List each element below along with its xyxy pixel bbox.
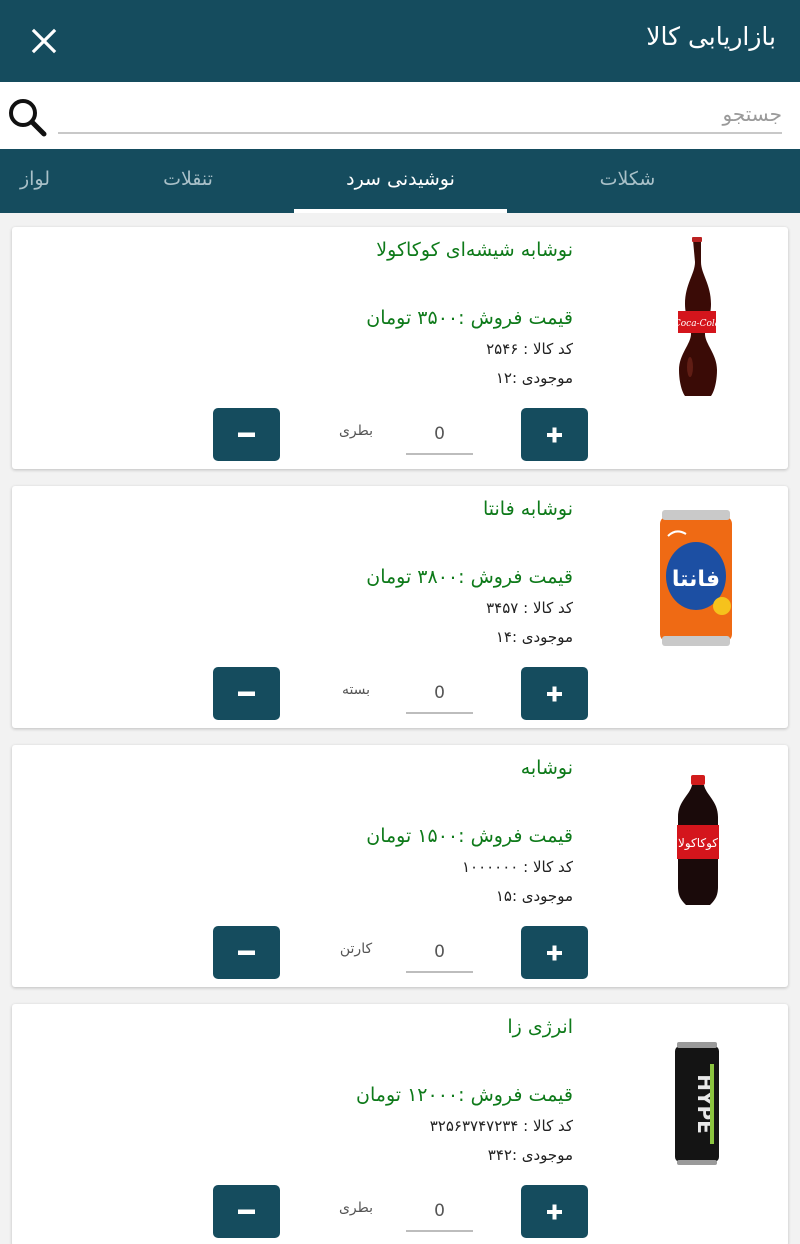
increase-button[interactable] — [521, 1185, 588, 1238]
minus-icon — [238, 691, 255, 696]
minus-icon — [238, 432, 255, 437]
product-stock: موجودی :۱۵ — [495, 887, 573, 905]
product-stock: موجودی :۱۲ — [495, 369, 573, 387]
product-code: کد کالا : ۳۴۵۷ — [486, 599, 573, 617]
product-card: HYPE انرژی زا قیمت فروش :۱۲۰۰۰ تومان کد … — [12, 1004, 788, 1244]
unit-label: کارتن — [339, 941, 373, 957]
search-bar — [0, 82, 800, 149]
product-price: قیمت فروش :۳۵۰۰ تومان — [366, 307, 573, 329]
increase-button[interactable] — [521, 926, 588, 979]
app-bar: بازاریابی کالا — [0, 0, 800, 82]
tab-cold-drinks[interactable]: نوشیدنی سرد — [294, 149, 507, 213]
product-name: انرژی زا — [507, 1016, 573, 1038]
unit-label: بسته — [341, 682, 371, 698]
quantity-input[interactable] — [406, 933, 473, 973]
product-stock: موجودی :۳۴۲ — [487, 1146, 573, 1164]
search-input[interactable] — [58, 96, 782, 134]
tab-chocolate[interactable]: شکلات — [505, 149, 750, 213]
product-price: قیمت فروش :۳۸۰۰ تومان — [366, 566, 573, 588]
product-name: نوشابه شیشه‌ای کوکاکولا — [376, 239, 573, 261]
plus-icon — [547, 1204, 562, 1220]
increase-button[interactable] — [521, 667, 588, 720]
product-price: قیمت فروش :۱۲۰۰۰ تومان — [356, 1084, 573, 1106]
product-card: فانتا نوشابه فانتا قیمت فروش :۳۸۰۰ تومان… — [12, 486, 788, 728]
hype-energy-can-image: HYPE — [675, 1042, 719, 1165]
product-code: کد کالا : ۳۲۵۶۳۷۴۷۲۳۴ — [429, 1117, 573, 1135]
decrease-button[interactable] — [213, 408, 280, 461]
search-icon[interactable] — [4, 94, 50, 140]
product-code: کد کالا : ۲۵۴۶ — [486, 340, 573, 358]
product-list: Coca-Cola نوشابه شیشه‌ای کوکاکولا قیمت ف… — [0, 213, 800, 1244]
coca-cola-plastic-bottle-image: کوکاکولا — [677, 775, 719, 905]
unit-label: بطری — [338, 423, 374, 439]
decrease-button[interactable] — [213, 926, 280, 979]
minus-icon — [238, 950, 255, 955]
tab-snacks[interactable]: تنقلات — [82, 149, 294, 213]
quantity-input[interactable] — [406, 674, 473, 714]
plus-icon — [547, 686, 562, 702]
quantity-input[interactable] — [406, 415, 473, 455]
svg-text:Coca-Cola: Coca-Cola — [674, 319, 720, 329]
product-price: قیمت فروش :۱۵۰۰ تومان — [366, 825, 573, 847]
plus-icon — [547, 427, 562, 443]
plus-icon — [547, 945, 562, 961]
svg-text:فانتا: فانتا — [672, 567, 720, 592]
increase-button[interactable] — [521, 408, 588, 461]
product-code: کد کالا : ۱۰۰۰۰۰۰ — [461, 858, 573, 876]
close-icon[interactable] — [26, 20, 62, 60]
unit-label: بطری — [338, 1200, 374, 1216]
category-tabs: شکلات نوشیدنی سرد تنقلات لواز — [0, 149, 800, 213]
tab-supplies[interactable]: لواز — [0, 149, 50, 213]
minus-icon — [238, 1209, 255, 1214]
product-name: نوشابه فانتا — [482, 498, 573, 520]
decrease-button[interactable] — [213, 1185, 280, 1238]
quantity-input[interactable] — [406, 1192, 473, 1232]
product-stock: موجودی :۱۴ — [495, 628, 573, 646]
fanta-can-image: فانتا — [660, 510, 732, 646]
product-card: کوکاکولا نوشابه قیمت فروش :۱۵۰۰ تومان کد… — [12, 745, 788, 987]
coca-cola-bottle-image: Coca-Cola — [674, 237, 720, 396]
page-title: بازاریابی کالا — [646, 22, 776, 51]
product-name: نوشابه — [520, 757, 573, 779]
product-card: Coca-Cola نوشابه شیشه‌ای کوکاکولا قیمت ف… — [12, 227, 788, 469]
svg-text:کوکاکولا: کوکاکولا — [678, 836, 718, 851]
decrease-button[interactable] — [213, 667, 280, 720]
